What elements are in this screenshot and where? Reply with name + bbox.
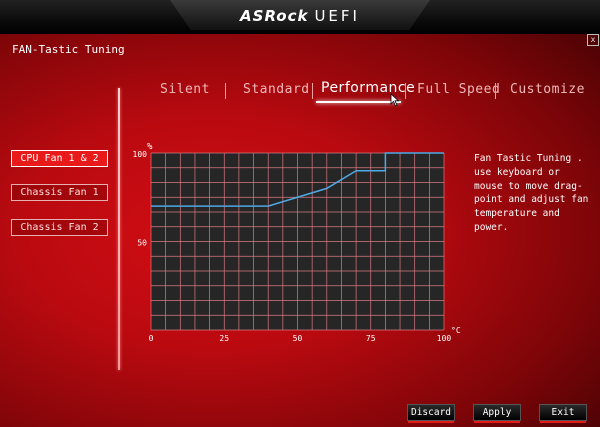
x-axis-label: °C: [451, 326, 461, 335]
grid-lines: [150, 152, 445, 331]
x-tick-label: 50: [293, 334, 303, 343]
exit-button[interactable]: Exit: [539, 404, 587, 423]
x-tick-label: 0: [149, 334, 154, 343]
y-tick-label: 50: [137, 239, 147, 248]
x-tick-label: 100: [437, 334, 452, 343]
apply-button[interactable]: Apply: [473, 404, 521, 423]
y-axis-label: %: [147, 142, 153, 152]
discard-button[interactable]: Discard: [407, 404, 455, 423]
x-tick-label: 75: [366, 334, 376, 343]
help-text: Fan Tastic Tuning . use keyboard or mous…: [474, 153, 589, 233]
y-tick-label: 100: [133, 150, 148, 159]
x-tick-label: 25: [219, 334, 229, 343]
